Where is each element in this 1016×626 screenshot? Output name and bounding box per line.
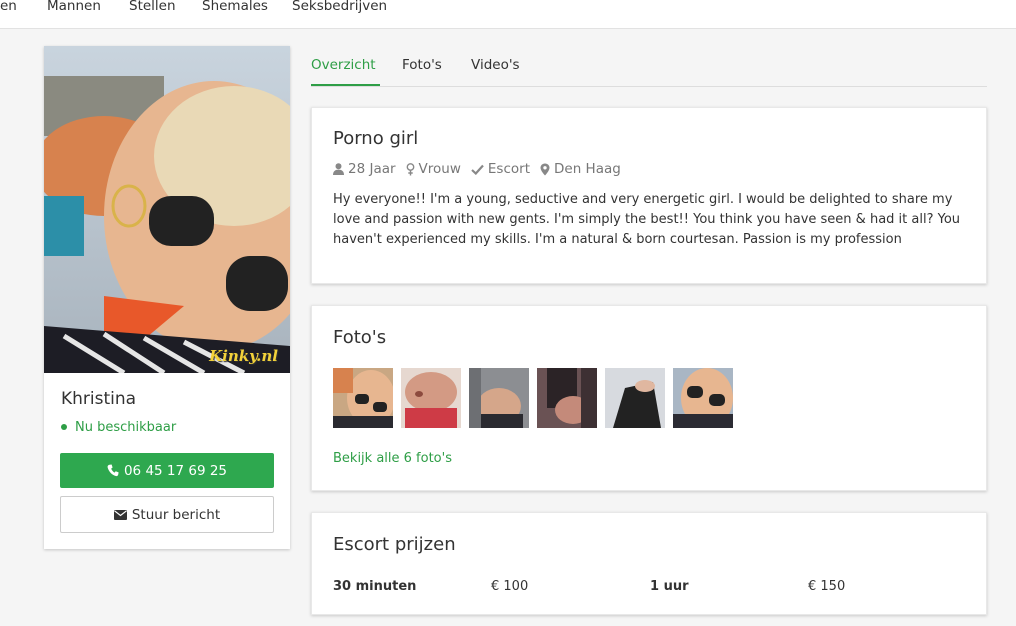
nav-item-mannen[interactable]: Mannen: [47, 0, 101, 14]
meta-city: Den Haag: [540, 161, 621, 177]
price-duration-1hour: 1 uur: [650, 579, 689, 594]
ad-title: Porno girl: [333, 128, 419, 149]
nav-item-stellen[interactable]: Stellen: [129, 0, 176, 14]
active-tab-indicator: [311, 84, 380, 86]
nav-item-seksbedrijven[interactable]: Seksbedrijven: [292, 0, 387, 14]
category-label: Escort: [487, 161, 530, 177]
photo-thumbnail[interactable]: [401, 368, 461, 428]
nav-item-en[interactable]: en: [0, 0, 17, 14]
availability-status: Nu beschikbaar: [61, 420, 176, 435]
photo-thumbnail[interactable]: [673, 368, 733, 428]
send-message-button[interactable]: Stuur bericht: [60, 496, 274, 533]
overview-panel: Porno girl 28 Jaar Vrouw Escort Den Haag: [311, 107, 987, 284]
check-icon: [471, 164, 484, 175]
venus-icon: [406, 162, 415, 176]
profile-photo[interactable]: Kinky.nl: [44, 46, 290, 373]
see-all-photos-link[interactable]: Bekijk alle 6 foto's: [333, 451, 452, 466]
age-label: 28 Jaar: [348, 161, 396, 177]
profile-name: Khristina: [61, 389, 137, 409]
photo-thumbnails: [333, 368, 733, 428]
send-message-label: Stuur bericht: [131, 506, 221, 523]
envelope-icon: [113, 509, 127, 520]
photos-panel: Foto's Bekijk alle 6 foto's: [311, 305, 987, 491]
map-marker-icon: [540, 163, 550, 176]
user-icon: [333, 163, 344, 175]
meta-age: 28 Jaar: [333, 161, 396, 177]
price-duration-30min: 30 minuten: [333, 579, 417, 594]
gender-label: Vrouw: [418, 161, 461, 177]
photos-title: Foto's: [333, 327, 387, 348]
phone-number: 06 45 17 69 25: [123, 462, 228, 479]
profile-description: Hy everyone!! I'm a young, seductive and…: [333, 192, 961, 247]
profile-meta: 28 Jaar Vrouw Escort Den Haag: [333, 161, 621, 177]
city-label: Den Haag: [554, 161, 621, 177]
photo-thumbnail[interactable]: [333, 368, 393, 428]
photo-thumbnail[interactable]: [605, 368, 665, 428]
tab-overzicht[interactable]: Overzicht: [311, 57, 376, 73]
top-navigation: en Mannen Stellen Shemales Seksbedrijven: [0, 0, 1016, 29]
price-value-1hour: € 150: [808, 579, 846, 594]
meta-gender: Vrouw: [406, 161, 461, 177]
prices-title: Escort prijzen: [333, 534, 456, 555]
watermark-logo: Kinky.nl: [209, 347, 278, 365]
tab-fotos[interactable]: Foto's: [402, 57, 442, 73]
phone-icon: [107, 464, 119, 477]
status-dot-icon: [61, 423, 67, 430]
phone-button[interactable]: 06 45 17 69 25: [60, 453, 274, 488]
photo-thumbnail[interactable]: [469, 368, 529, 428]
meta-category: Escort: [471, 161, 530, 177]
profile-card: Kinky.nl Khristina Nu beschikbaar 06 45 …: [44, 46, 290, 549]
photo-thumbnail[interactable]: [537, 368, 597, 428]
profile-tabs: Overzicht Foto's Video's: [311, 44, 987, 87]
price-value-30min: € 100: [491, 579, 529, 594]
availability-label: Nu beschikbaar: [75, 420, 177, 435]
nav-item-shemales[interactable]: Shemales: [202, 0, 268, 14]
tab-videos[interactable]: Video's: [471, 57, 520, 73]
prices-panel: Escort prijzen 30 minuten € 100 1 uur € …: [311, 512, 987, 615]
